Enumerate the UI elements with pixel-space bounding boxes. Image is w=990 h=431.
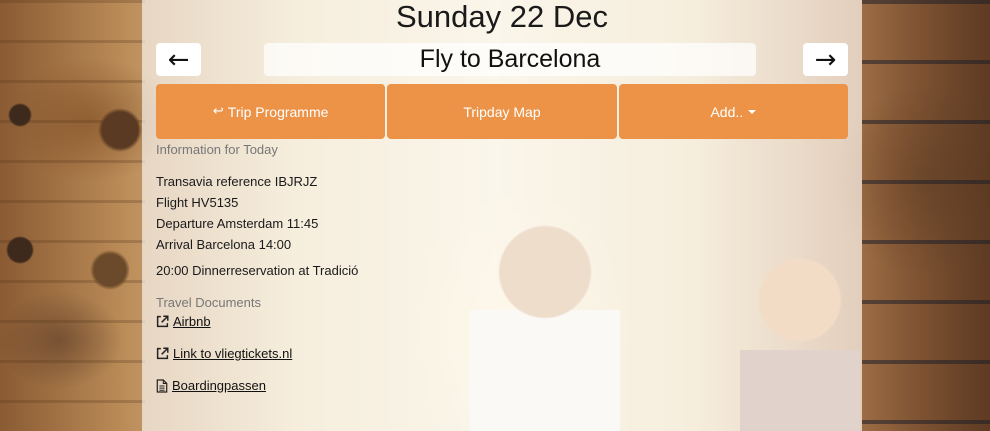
travel-documents-heading: Travel Documents bbox=[156, 295, 261, 310]
caret-down-icon bbox=[748, 109, 757, 114]
info-line: Transavia reference IBJRJZ bbox=[156, 174, 318, 189]
info-line: Departure Amsterdam 11:45 bbox=[156, 216, 319, 231]
boardingpassen-link[interactable]: Boardingpassen bbox=[156, 378, 266, 393]
previous-day-button[interactable]: ← bbox=[156, 43, 201, 76]
dinner-info: 20:00 Dinnerreservation at Tradició bbox=[156, 263, 359, 278]
file-icon bbox=[156, 378, 168, 393]
arrow-left-icon: ← bbox=[167, 44, 190, 75]
return-arrow-icon: ↩ bbox=[212, 104, 224, 119]
flight-info: Transavia reference IBJRJZ Flight HV5135… bbox=[156, 171, 318, 255]
arrow-right-icon: → bbox=[814, 44, 837, 75]
next-day-button[interactable]: → bbox=[803, 43, 848, 76]
add-label: Add.. bbox=[710, 103, 744, 120]
info-line: Arrival Barcelona 14:00 bbox=[156, 237, 292, 252]
airbnb-link[interactable]: Airbnb bbox=[156, 314, 211, 329]
trip-programme-button[interactable]: ↩ Trip Programme bbox=[156, 84, 386, 139]
background-building-right bbox=[862, 0, 990, 431]
action-button-row: ↩ Trip Programme Tripday Map Add.. bbox=[156, 84, 848, 139]
airbnb-link-label: Airbnb bbox=[173, 314, 211, 329]
external-link-icon bbox=[156, 347, 169, 360]
vliegtickets-link[interactable]: Link to vliegtickets.nl bbox=[156, 346, 292, 361]
background-building-left bbox=[0, 0, 145, 431]
day-title: Fly to Barcelona bbox=[264, 43, 756, 76]
info-line: Flight HV5135 bbox=[156, 195, 239, 210]
trip-programme-label: Trip Programme bbox=[227, 103, 329, 120]
day-date-heading: Sunday 22 Dec bbox=[396, 0, 608, 34]
boardingpassen-link-label: Boardingpassen bbox=[172, 378, 266, 393]
vliegtickets-link-label: Link to vliegtickets.nl bbox=[173, 346, 293, 361]
tripday-map-label: Tripday Map bbox=[463, 103, 541, 120]
add-dropdown-button[interactable]: Add.. bbox=[618, 84, 848, 139]
tripday-map-button[interactable]: Tripday Map bbox=[387, 84, 617, 139]
external-link-icon bbox=[156, 315, 169, 328]
information-heading: Information for Today bbox=[156, 142, 278, 157]
